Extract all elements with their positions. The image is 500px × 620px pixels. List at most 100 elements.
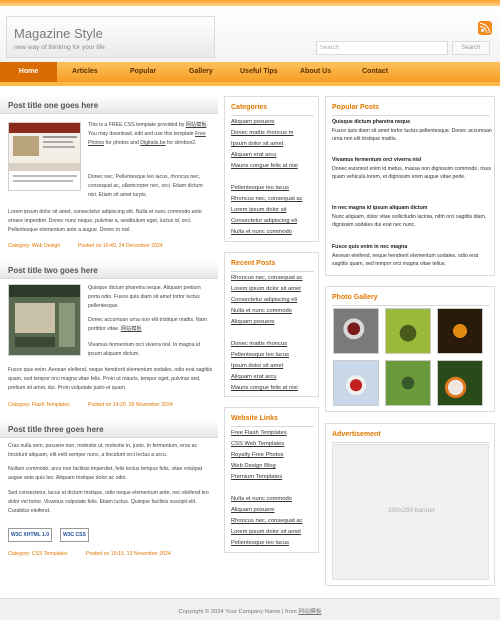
category-link[interactable]: Aliquam erat arcu bbox=[231, 152, 276, 158]
post-date: Posted on 16:40, 24 December 2024 bbox=[78, 243, 163, 249]
nav-popular[interactable]: Popular bbox=[130, 62, 156, 82]
css-badge[interactable]: W3C CSS bbox=[60, 528, 89, 542]
ad-banner-label: 300x250 banner bbox=[388, 507, 435, 514]
post-category[interactable]: Category: CSS Templates bbox=[8, 551, 68, 557]
search-button[interactable]: Search bbox=[452, 41, 490, 55]
nav-useful-tips[interactable]: Useful Tips bbox=[240, 62, 278, 82]
post-paragraph: Cras nulla sem, posuere non, molestie ut… bbox=[8, 443, 198, 458]
popular-posts-title: Popular Posts bbox=[332, 104, 380, 111]
divider bbox=[231, 426, 314, 427]
category-link[interactable]: Rhoncus nec, consequat ac bbox=[231, 196, 303, 202]
website-link[interactable]: Nulla et nunc commodo bbox=[231, 496, 292, 502]
recent-posts-title: Recent Posts bbox=[231, 260, 276, 267]
nav-gallery[interactable]: Gallery bbox=[189, 62, 213, 82]
website-link[interactable]: Free Flash Templates bbox=[231, 430, 287, 436]
logo-box[interactable]: Magazine Style new way of thinking for y… bbox=[6, 16, 215, 58]
advertisement-box: Advertisement 300x250 banner bbox=[325, 423, 495, 586]
nav-about-us[interactable]: About Us bbox=[300, 62, 331, 82]
recent-posts-box: Recent Posts Rhoncus nec, consequat ac L… bbox=[224, 252, 319, 397]
recent-post-link[interactable]: Aliquam posuere bbox=[231, 319, 275, 325]
gallery-photo[interactable] bbox=[333, 308, 379, 354]
post-category[interactable]: Category: Flash Templates bbox=[8, 402, 70, 408]
category-link[interactable]: Aliquam posuere bbox=[231, 119, 275, 125]
recent-post-link[interactable]: Rhoncus nec, consequat ac bbox=[231, 275, 303, 281]
post-paragraph: Nullam commodo, arcu non facilisis imper… bbox=[8, 466, 203, 481]
post-thumbnail[interactable] bbox=[8, 122, 81, 191]
category-link[interactable]: Nulla et nunc commodo bbox=[231, 229, 292, 235]
search-input[interactable] bbox=[316, 41, 448, 55]
gallery-photo[interactable] bbox=[437, 308, 483, 354]
website-link[interactable]: Premium Templates bbox=[231, 474, 282, 480]
website-link[interactable]: Lorem ipsum dolor sit amet bbox=[231, 529, 301, 535]
post-paragraph: Fusce quis enim. Aenean eleifend, neque … bbox=[8, 367, 213, 391]
category-link[interactable]: Lorem ipsum dolor sit bbox=[231, 207, 286, 213]
post-paragraph: Vivamus fermentum orci viverra nisl. In … bbox=[88, 342, 201, 357]
site-title[interactable]: Magazine Style bbox=[14, 26, 103, 41]
post-title[interactable]: Post title three goes here bbox=[8, 425, 104, 434]
recent-post-link[interactable]: Mauris congue felis at nisi bbox=[231, 385, 298, 391]
website-links-title: Website Links bbox=[231, 415, 278, 422]
website-link[interactable]: Aliquam posuere bbox=[231, 507, 275, 513]
popular-post: In nec magna id ipsum aliquam dictum Nunc… bbox=[332, 205, 487, 229]
categories-box: Categories Aliquam posuere Donec mattis … bbox=[224, 96, 319, 242]
recent-post-link[interactable]: Aliquam erat arcu bbox=[231, 374, 276, 380]
recent-post-link[interactable]: Consectetur adipiscing eli bbox=[231, 297, 297, 303]
website-link[interactable]: Royalty Free Photos bbox=[231, 452, 284, 458]
gallery-photo[interactable] bbox=[437, 360, 483, 406]
xhtml-badge[interactable]: W3C XHTML 1.0 bbox=[8, 528, 52, 542]
gallery-photo[interactable] bbox=[385, 308, 431, 354]
popular-post: Vivamus fermentum orci viverra nisl Donec… bbox=[332, 157, 492, 181]
divider bbox=[332, 115, 490, 116]
popular-posts-box: Popular Posts Quisque dictum pharetra ne… bbox=[325, 96, 495, 276]
main-content: Post title one goes here This is a FREE … bbox=[0, 96, 222, 586]
post-category[interactable]: Category: Web Design bbox=[8, 243, 60, 249]
gallery-photo[interactable] bbox=[333, 360, 379, 406]
site-footer: Copyright © 2024 Your Company Name | fro… bbox=[0, 598, 500, 620]
popular-post: Fusce quis enim in nec magna Aenean eleif… bbox=[332, 244, 479, 268]
site-tagline: new way of thinking for your life bbox=[14, 44, 105, 51]
nav-articles[interactable]: Articles bbox=[72, 62, 98, 82]
post-paragraph: This is a FREE CSS template provided by … bbox=[88, 122, 208, 146]
recent-post-link[interactable]: Nulla et nunc commodo bbox=[231, 308, 292, 314]
divider bbox=[332, 305, 490, 306]
website-links-box: Website Links Free Flash Templates CSS W… bbox=[224, 407, 319, 553]
website-link[interactable]: Pellentesque leo lacus bbox=[231, 540, 289, 546]
recent-post-link[interactable]: Donec mattis rhoncus bbox=[231, 341, 287, 347]
site-header: Magazine Style new way of thinking for y… bbox=[0, 6, 500, 62]
recent-post-link[interactable]: Pellentesque leo lacus bbox=[231, 352, 289, 358]
post-date: Posted on 19:15, 13 November 2024 bbox=[86, 551, 171, 557]
post-thumbnail[interactable] bbox=[8, 284, 81, 356]
website-link[interactable]: CSS Web Templates bbox=[231, 441, 284, 447]
nav-contact[interactable]: Contact bbox=[362, 62, 388, 82]
post-title[interactable]: Post title two goes here bbox=[8, 266, 98, 275]
advertisement-title: Advertisement bbox=[332, 431, 381, 438]
category-link[interactable]: Ipsum dolor sit amet bbox=[231, 141, 283, 147]
nav-underline bbox=[0, 82, 500, 86]
divider bbox=[231, 115, 314, 116]
category-link[interactable]: Consectetur adipiscing eli bbox=[231, 218, 297, 224]
website-link[interactable]: Web Design Blog bbox=[231, 463, 276, 469]
rss-icon[interactable] bbox=[478, 21, 492, 35]
category-link[interactable]: Pellentesque leo lacus bbox=[231, 185, 289, 191]
post-paragraph: Donec nec. Pellentesque leo lacus, rhonc… bbox=[88, 174, 203, 198]
categories-title: Categories bbox=[231, 104, 268, 111]
post-paragraph: Quisque dictum pharetra neque. Aliquam p… bbox=[88, 285, 201, 309]
gallery-photo[interactable] bbox=[385, 360, 431, 406]
post-paragraph: Sed consectetur, lacus et dictum tristiq… bbox=[8, 490, 209, 514]
website-link[interactable]: Rhoncus nec, consequat ac bbox=[231, 518, 303, 524]
nav-home[interactable]: Home bbox=[0, 62, 57, 82]
popular-post: Quisque dictum pharetra neque Fusce quis … bbox=[332, 119, 492, 143]
category-link[interactable]: Mauris congue felis at nisi bbox=[231, 163, 298, 169]
footer-copyright: Copyright © 2024 Your Company Name | fro… bbox=[178, 609, 322, 615]
divider bbox=[332, 442, 490, 443]
post-header: Post title two goes here bbox=[0, 261, 218, 279]
category-link[interactable]: Donec mattis rhoncus m bbox=[231, 130, 294, 136]
main-nav: Home Articles Popular Gallery Useful Tip… bbox=[0, 62, 500, 82]
post-header: Post title one goes here bbox=[0, 96, 218, 114]
post-title[interactable]: Post title one goes here bbox=[8, 101, 98, 110]
ad-banner[interactable]: 300x250 banner bbox=[332, 444, 489, 580]
post-header: Post title three goes here bbox=[0, 420, 218, 438]
recent-post-link[interactable]: Lorem ipsum dolor sit amet bbox=[231, 286, 301, 292]
recent-post-link[interactable]: Ipsum dolor sit amet bbox=[231, 363, 283, 369]
post-date: Posted on 14:20, 29 November 2024 bbox=[88, 402, 173, 408]
